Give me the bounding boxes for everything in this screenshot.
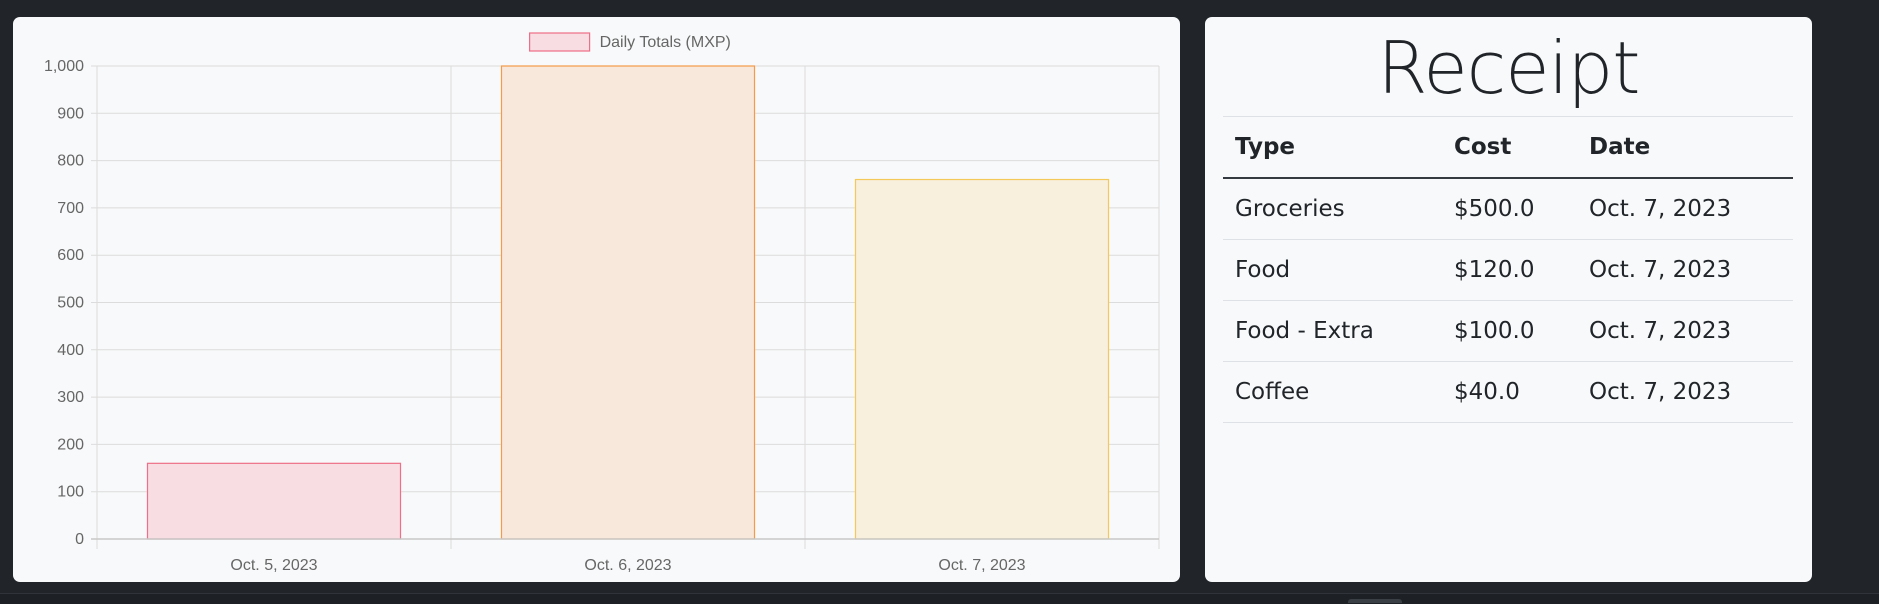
date-cell: Oct. 7, 2023 xyxy=(1577,361,1793,423)
receipt-table: Type Cost Date Groceries $500.0 Oct. 7, … xyxy=(1223,116,1793,423)
chart-card: 0 100 200 300 400 500 600 700 800 900 1,000 Oct. 5,… xyxy=(13,17,1180,582)
cost-cell: $120.0 xyxy=(1442,239,1577,301)
cost-cell: $500.0 xyxy=(1442,178,1577,240)
y-tick-label: 100 xyxy=(57,484,84,501)
type-column-header: Type xyxy=(1223,116,1442,179)
legend-label[interactable]: Daily Totals (MXP) xyxy=(600,34,731,51)
y-tick-label: 200 xyxy=(57,436,84,453)
x-tick-label: Oct. 6, 2023 xyxy=(584,557,671,574)
chart-legend[interactable]: Daily Totals (MXP) xyxy=(528,32,731,52)
y-tick-label: 1,000 xyxy=(44,58,84,75)
x-tick-label: Oct. 7, 2023 xyxy=(938,557,1025,574)
date-column-header: Date xyxy=(1577,116,1793,179)
cost-cell: $40.0 xyxy=(1442,361,1577,423)
y-tick-label: 400 xyxy=(57,342,84,359)
y-tick-label: 500 xyxy=(57,295,84,312)
daily-totals-chart: 0 100 200 300 400 500 600 700 800 900 1,000 Oct. 5,… xyxy=(44,32,1160,574)
type-cell: Food - Extra xyxy=(1223,300,1442,362)
y-tick-label: 300 xyxy=(57,389,84,406)
cost-column-header: Cost xyxy=(1442,116,1577,179)
date-cell: Oct. 7, 2023 xyxy=(1577,178,1793,240)
date-cell: Oct. 7, 2023 xyxy=(1577,239,1793,301)
y-tick-label: 900 xyxy=(57,105,84,122)
cost-cell: $100.0 xyxy=(1442,300,1577,362)
receipt-card: Receipt Type Cost Date Groceries $500.0 … xyxy=(1205,17,1812,582)
table-row: Groceries $500.0 Oct. 7, 2023 xyxy=(1223,178,1793,240)
bar-3[interactable] xyxy=(854,178,1110,540)
y-tick-label: 700 xyxy=(57,200,84,217)
bar-1[interactable] xyxy=(146,462,402,540)
type-cell: Groceries xyxy=(1223,178,1442,240)
type-cell: Food xyxy=(1223,239,1442,301)
bottom-bar xyxy=(0,593,1879,604)
x-tick-label: Oct. 5, 2023 xyxy=(230,557,317,574)
table-row: Coffee $40.0 Oct. 7, 2023 xyxy=(1223,361,1793,423)
type-cell: Coffee xyxy=(1223,361,1442,423)
y-tick-label: 600 xyxy=(57,247,84,264)
table-row: Food - Extra $100.0 Oct. 7, 2023 xyxy=(1223,300,1793,362)
receipt-header-row: Type Cost Date xyxy=(1223,116,1793,179)
receipt-title: Receipt xyxy=(1377,26,1641,110)
bar-2[interactable] xyxy=(500,65,756,540)
legend-swatch xyxy=(528,32,591,52)
y-tick-label: 0 xyxy=(75,531,84,548)
bottom-bar-handle xyxy=(1348,599,1402,603)
table-row: Food $120.0 Oct. 7, 2023 xyxy=(1223,239,1793,301)
date-cell: Oct. 7, 2023 xyxy=(1577,300,1793,362)
y-tick-label: 800 xyxy=(57,153,84,170)
